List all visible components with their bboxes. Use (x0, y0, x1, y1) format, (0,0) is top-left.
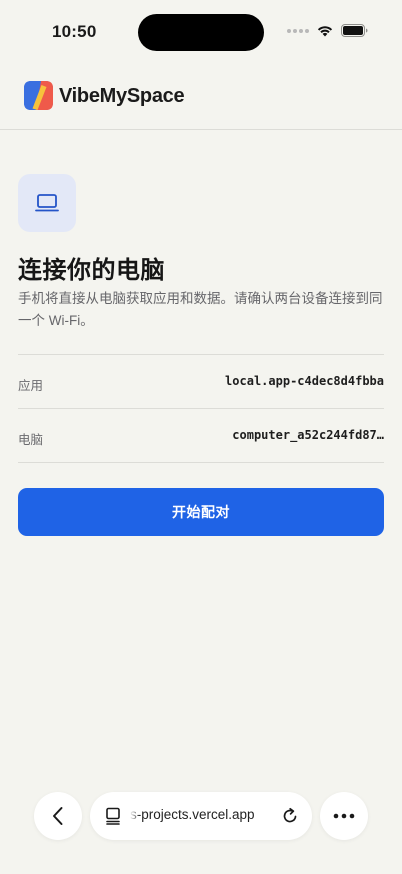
status-bar: 10:50 (0, 0, 402, 64)
status-time: 10:50 (52, 22, 97, 41)
reload-icon[interactable] (280, 806, 300, 826)
app-id-value: local.app-c4dec8d4fbba (225, 374, 384, 388)
brand-name: VibeMySpace (59, 85, 185, 107)
ellipsis-icon (333, 813, 355, 819)
app-header: VibeMySpace (0, 64, 402, 130)
dynamic-island (138, 14, 264, 51)
page-description: 手机将直接从电脑获取应用和数据。请确认两台设备连接到同一个 Wi-Fi。 (18, 291, 383, 328)
more-options-button[interactable] (320, 792, 368, 840)
status-icons (287, 24, 368, 37)
cellular-signal-icon (287, 28, 309, 33)
wifi-icon (317, 26, 333, 37)
app-label: 应用 (18, 379, 44, 393)
info-row-computer: 电脑 computer_a52c244fd87… (18, 408, 384, 463)
page-title: 连接你的电脑 (18, 257, 165, 284)
computer-id-value: computer_a52c244fd87… (232, 428, 384, 442)
back-button[interactable] (34, 792, 82, 840)
browser-toolbar: s-projects.vercel.app (0, 792, 402, 840)
tab-overview-icon[interactable] (104, 806, 124, 826)
laptop-icon-tile (18, 174, 76, 232)
battery-icon (341, 24, 368, 37)
vibemyspace-logo[interactable] (24, 81, 53, 110)
address-bar[interactable]: s-projects.vercel.app (90, 792, 312, 840)
info-row-app: 应用 local.app-c4dec8d4fbba (18, 354, 384, 409)
computer-label: 电脑 (18, 433, 44, 447)
url-text: s-projects.vercel.app (130, 807, 255, 822)
screen: 10:50 VibeMySpace 连接你的电脑 手机将直接从电脑获取应用和数据… (0, 0, 402, 874)
url-text-container[interactable]: s-projects.vercel.app (130, 807, 272, 827)
start-pairing-button[interactable]: 开始配对 (18, 488, 384, 536)
chevron-left-icon (53, 807, 63, 825)
laptop-icon (35, 194, 59, 212)
